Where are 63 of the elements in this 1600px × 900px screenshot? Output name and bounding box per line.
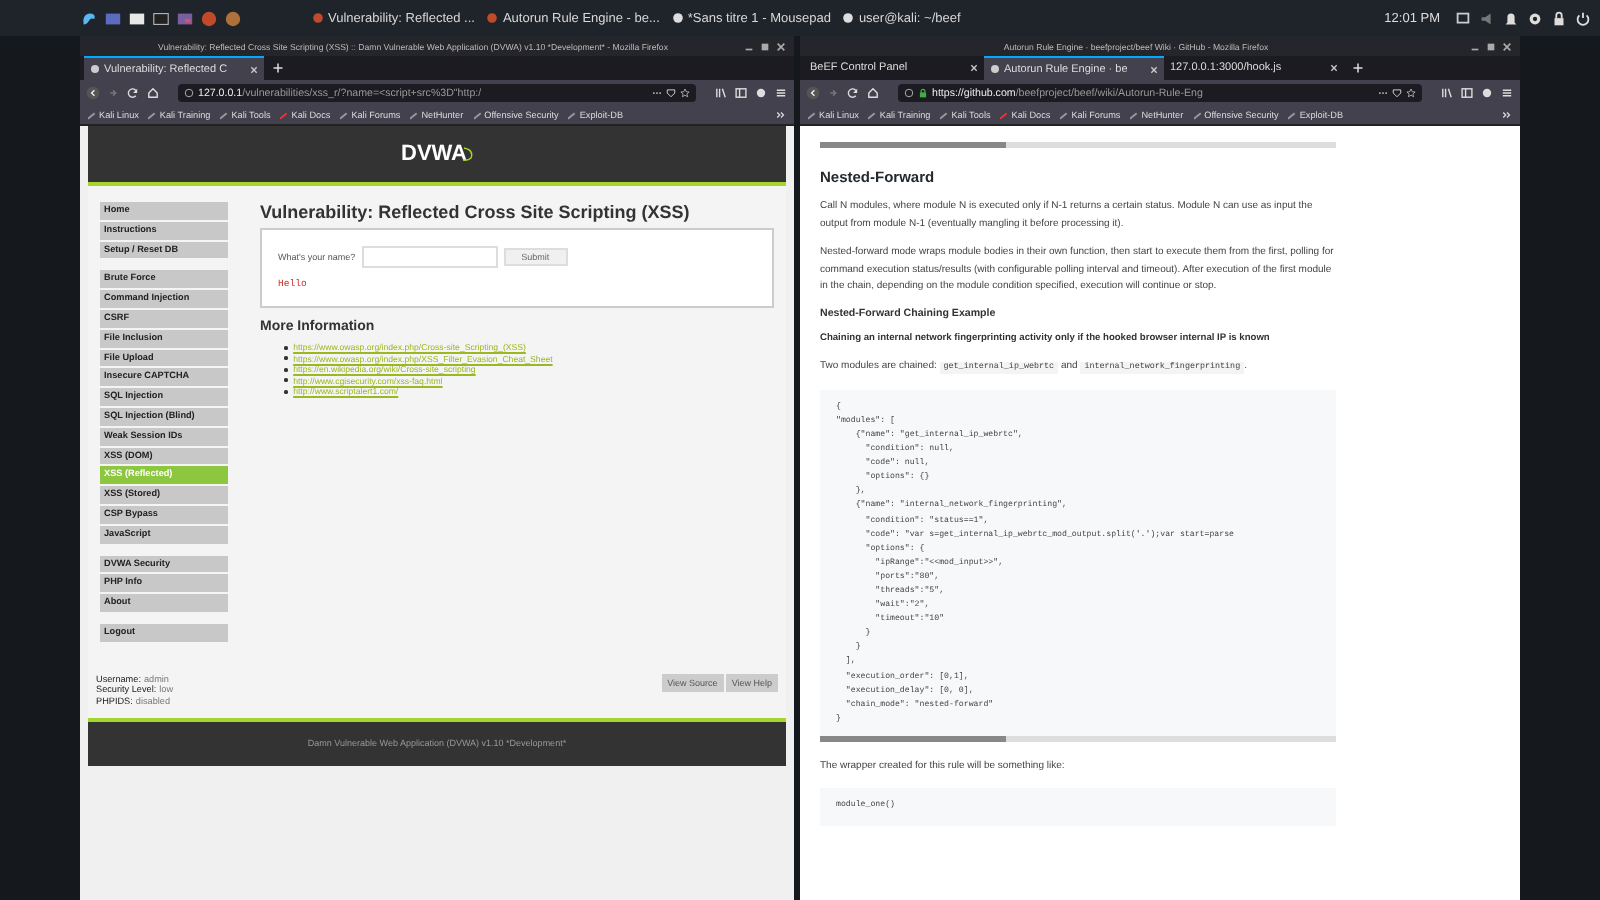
- page-heading: Vulnerability: Reflected Cross Site Scripting (XSS): [260, 202, 692, 222]
- app-icon: [486, 12, 499, 24]
- name-input[interactable]: [361, 246, 498, 268]
- dragon-logo-icon[interactable]: [80, 9, 98, 27]
- app-icon: [671, 12, 684, 24]
- shield-icon[interactable]: [1392, 88, 1402, 98]
- close-icon[interactable]: [250, 65, 258, 73]
- bookmark-icon: [568, 111, 577, 119]
- shield-icon[interactable]: [666, 88, 676, 98]
- home-icon[interactable]: [866, 86, 880, 100]
- close-icon[interactable]: [776, 41, 786, 51]
- bookmark-icon: [148, 111, 157, 119]
- close-icon[interactable]: [970, 64, 978, 72]
- maximize-icon[interactable]: [760, 41, 770, 51]
- reload-icon[interactable]: [126, 86, 140, 100]
- close-icon[interactable]: [1330, 64, 1338, 72]
- bookmark-icon: [340, 111, 349, 119]
- library-icon[interactable]: [1440, 86, 1454, 100]
- menu-icon[interactable]: [774, 86, 788, 100]
- star-icon[interactable]: [680, 88, 690, 98]
- bookmark-icon: [868, 111, 877, 119]
- bookmark-icon: [1130, 111, 1139, 119]
- close-icon[interactable]: [1150, 65, 1158, 73]
- bookmark-icon: [88, 111, 96, 119]
- power-icon[interactable]: [1574, 9, 1592, 27]
- bookmark-icon: [220, 111, 229, 119]
- bookmark-icon: [1060, 111, 1069, 119]
- lock-icon: [918, 88, 928, 98]
- gear-icon[interactable]: [1526, 9, 1544, 27]
- maximize-icon[interactable]: [1486, 41, 1496, 51]
- bookmark-icon: [1288, 111, 1297, 119]
- app-icon[interactable]: [176, 9, 194, 27]
- library-icon[interactable]: [714, 86, 728, 100]
- site-logo: DVWA: [401, 142, 467, 166]
- bookmark-icon: [410, 111, 419, 119]
- bell-icon[interactable]: [1502, 9, 1520, 27]
- star-icon[interactable]: [1406, 88, 1416, 98]
- chevron-icon[interactable]: [1502, 110, 1512, 120]
- sidebar-icon[interactable]: [734, 86, 748, 100]
- reload-icon[interactable]: [846, 86, 860, 100]
- speaker-icon[interactable]: [1478, 9, 1496, 27]
- terminal-icon[interactable]: [152, 9, 170, 27]
- plus-icon[interactable]: [1352, 62, 1364, 74]
- chevron-icon[interactable]: [776, 110, 786, 120]
- display-icon[interactable]: [1454, 9, 1472, 27]
- close-icon[interactable]: [1502, 41, 1512, 51]
- app-icon: [842, 12, 855, 24]
- bookmark-icon: [473, 111, 482, 119]
- plus-icon[interactable]: [272, 62, 284, 74]
- bookmark-icon: [808, 111, 816, 119]
- bookmark-icon: [1193, 111, 1202, 119]
- page-icon: [90, 64, 100, 74]
- home-icon[interactable]: [146, 86, 160, 100]
- bookmark-icon: [280, 111, 289, 119]
- bookmark-icon: [940, 111, 949, 119]
- page-icon: [990, 64, 1000, 74]
- sidebar-icon[interactable]: [1460, 86, 1474, 100]
- menu-icon[interactable]: [1500, 86, 1514, 100]
- app-icon: [312, 12, 324, 24]
- back-icon[interactable]: [806, 86, 820, 100]
- lock-icon[interactable]: [1550, 9, 1568, 27]
- bookmark-icon: [1000, 111, 1009, 119]
- back-icon[interactable]: [86, 86, 100, 100]
